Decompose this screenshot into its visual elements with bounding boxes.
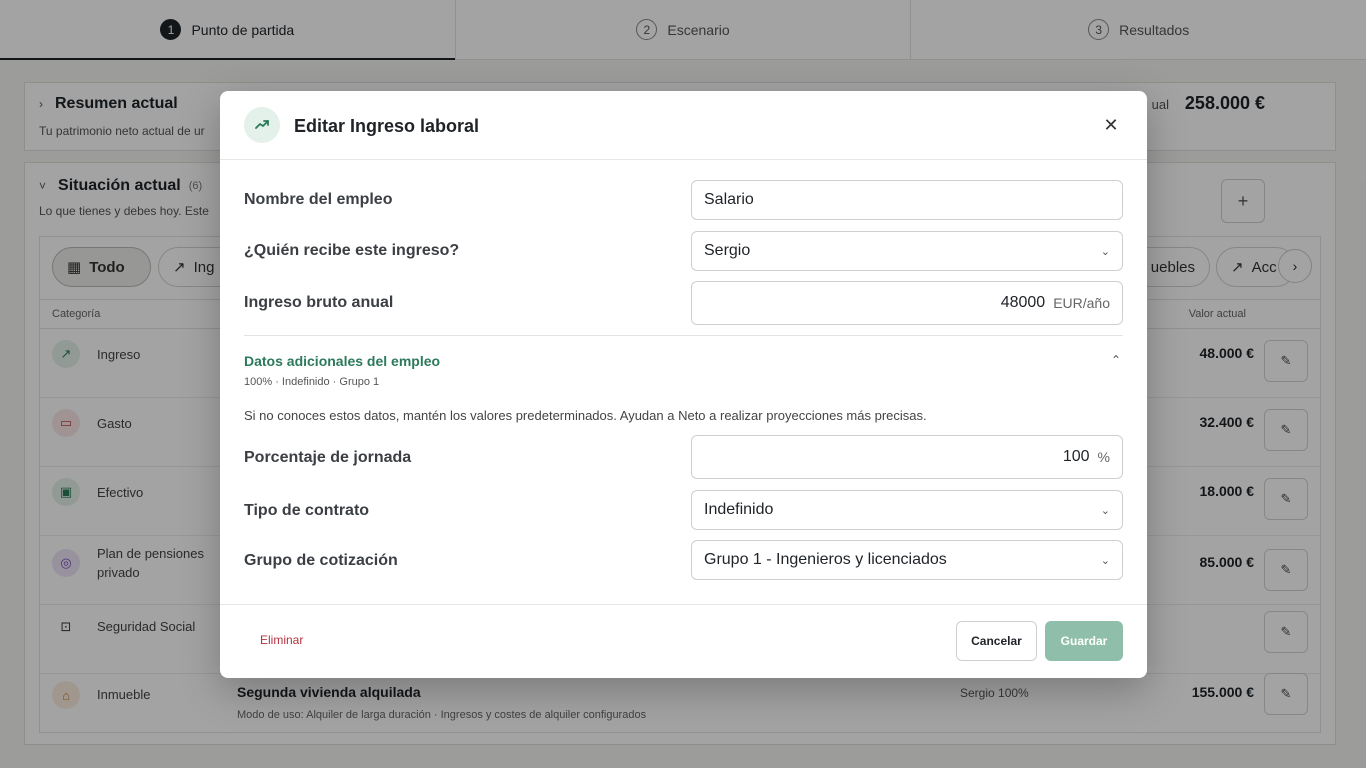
close-icon: ✕ (1103, 114, 1119, 135)
gross-income-field[interactable]: 48000 EUR/año (691, 281, 1123, 325)
recipient-value: Sergio (704, 242, 751, 259)
trending-up-icon (244, 107, 280, 143)
job-name-input[interactable] (704, 191, 1110, 209)
chevron-down-icon: ⌄ (1100, 554, 1110, 567)
cancel-button[interactable]: Cancelar (956, 621, 1037, 661)
contract-value: Indefinido (704, 501, 774, 518)
workday-field[interactable]: 100 % (691, 435, 1123, 479)
additional-data-toggle[interactable]: Datos adicionales del empleo (244, 353, 440, 369)
gross-income-value[interactable]: 48000 (1001, 294, 1046, 312)
recipient-select[interactable]: Sergio ⌄ (691, 231, 1123, 271)
contract-label: Tipo de contrato (244, 502, 370, 519)
additional-data-summary: 100% · Indefinido · Grupo 1 (244, 376, 380, 388)
delete-button[interactable]: Eliminar (260, 633, 303, 647)
chevron-down-icon: ⌄ (1100, 504, 1110, 517)
group-value: Grupo 1 - Ingenieros y licenciados (704, 551, 947, 568)
edit-income-dialog: Editar Ingreso laboral ✕ Nombre del empl… (220, 91, 1147, 678)
gross-income-unit: EUR/año (1053, 295, 1110, 311)
group-select[interactable]: Grupo 1 - Ingenieros y licenciados ⌄ (691, 540, 1123, 580)
close-button[interactable]: ✕ (1099, 113, 1123, 137)
chevron-up-icon[interactable]: ⌃ (1111, 353, 1121, 367)
dialog-title: Editar Ingreso laboral (294, 116, 480, 136)
dialog-footer: Eliminar Cancelar Guardar (220, 604, 1147, 678)
workday-value[interactable]: 100 (1063, 448, 1090, 466)
dialog-header: Editar Ingreso laboral ✕ (220, 91, 1147, 160)
job-name-label: Nombre del empleo (244, 191, 393, 208)
workday-unit: % (1097, 449, 1110, 465)
group-label: Grupo de cotización (244, 552, 398, 569)
recipient-label: ¿Quién recibe este ingreso? (244, 242, 460, 259)
additional-data-help: Si no conoces estos datos, mantén los va… (244, 408, 927, 423)
workday-label: Porcentaje de jornada (244, 449, 412, 466)
section-divider (244, 335, 1123, 336)
page-scrollbar[interactable] (1360, 180, 1366, 768)
contract-select[interactable]: Indefinido ⌄ (691, 490, 1123, 530)
chevron-down-icon: ⌄ (1100, 245, 1110, 258)
job-name-field[interactable] (691, 180, 1123, 220)
save-button[interactable]: Guardar (1045, 621, 1123, 661)
gross-income-label: Ingreso bruto anual (244, 294, 394, 311)
